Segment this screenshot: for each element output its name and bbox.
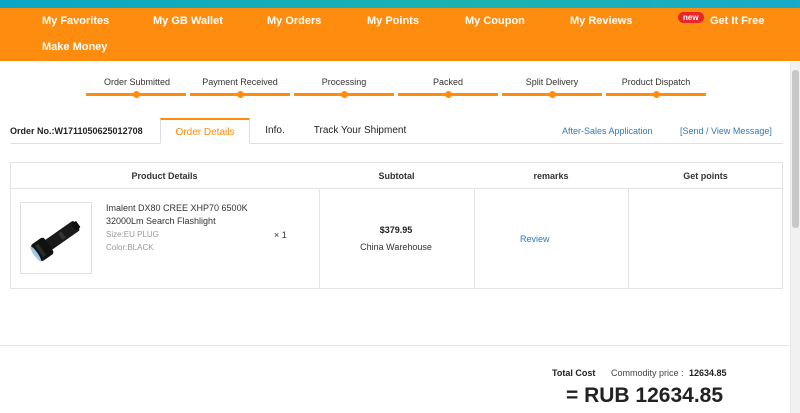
order-number: Order No.:W1711050625012708 [10, 126, 143, 136]
step-payment-received: Payment Received [202, 77, 278, 87]
commodity-price-label: Commodity price : [611, 368, 684, 378]
nav-make-money[interactable]: Make Money [42, 41, 107, 53]
new-badge: new [678, 12, 704, 23]
product-size: Size:EU PLUG [106, 230, 159, 239]
step-order-submitted: Order Submitted [103, 77, 171, 87]
section-divider [0, 345, 790, 346]
nav-my-coupon[interactable]: My Coupon [465, 15, 525, 27]
header-subtotal: Subtotal [378, 171, 415, 181]
step-dot-3 [341, 91, 348, 98]
header-remarks: remarks [533, 171, 569, 181]
warehouse-label: China Warehouse [360, 242, 432, 252]
header-product-details: Product Details [131, 171, 198, 181]
tab-track-shipment[interactable]: Track Your Shipment [308, 118, 412, 144]
tab-info[interactable]: Info. [252, 118, 298, 144]
step-product-dispatch: Product Dispatch [621, 77, 691, 87]
step-dot-5 [549, 91, 556, 98]
top-accent-strip [0, 0, 800, 8]
send-view-message-link[interactable]: [Send / View Message] [680, 126, 772, 136]
table-header-divider [10, 188, 783, 189]
subtotal-price: $379.95 [379, 225, 413, 235]
nav-my-points[interactable]: My Points [367, 15, 419, 27]
product-color: Color:BLACK [106, 243, 154, 252]
column-divider [474, 189, 475, 288]
column-divider [628, 189, 629, 288]
review-link[interactable]: Review [520, 234, 550, 244]
nav-my-favorites[interactable]: My Favorites [42, 15, 109, 27]
commodity-price-value: 12634.85 [689, 368, 727, 378]
column-divider [319, 189, 320, 288]
nav-my-reviews[interactable]: My Reviews [570, 15, 632, 27]
step-packed: Packed [432, 77, 464, 87]
flashlight-image [30, 221, 81, 262]
total-cost-label: Total Cost [552, 368, 596, 378]
scrollbar-thumb[interactable] [792, 70, 799, 228]
product-name-link[interactable]: Imalent DX80 CREE XHP70 6500K 32000Lm Se… [106, 202, 266, 228]
step-dot-6 [653, 91, 660, 98]
nav-my-orders[interactable]: My Orders [267, 15, 321, 27]
nav-my-gb-wallet[interactable]: My GB Wallet [153, 15, 223, 27]
page-scrollbar[interactable] [790, 62, 800, 413]
after-sales-link[interactable]: After-Sales Application [562, 126, 653, 136]
step-dot-2 [237, 91, 244, 98]
tab-order-details[interactable]: Order Details [160, 118, 250, 144]
nav-get-it-free[interactable]: Get It Free [710, 15, 764, 27]
step-processing: Processing [321, 77, 367, 87]
header-get-points: Get points [683, 171, 728, 181]
step-dot-4 [445, 91, 452, 98]
grand-total: = RUB 12634.85 [566, 384, 724, 407]
product-thumbnail[interactable] [20, 202, 92, 274]
product-quantity: × 1 [274, 230, 287, 240]
step-dot-1 [133, 91, 140, 98]
step-split-delivery: Split Delivery [525, 77, 579, 87]
